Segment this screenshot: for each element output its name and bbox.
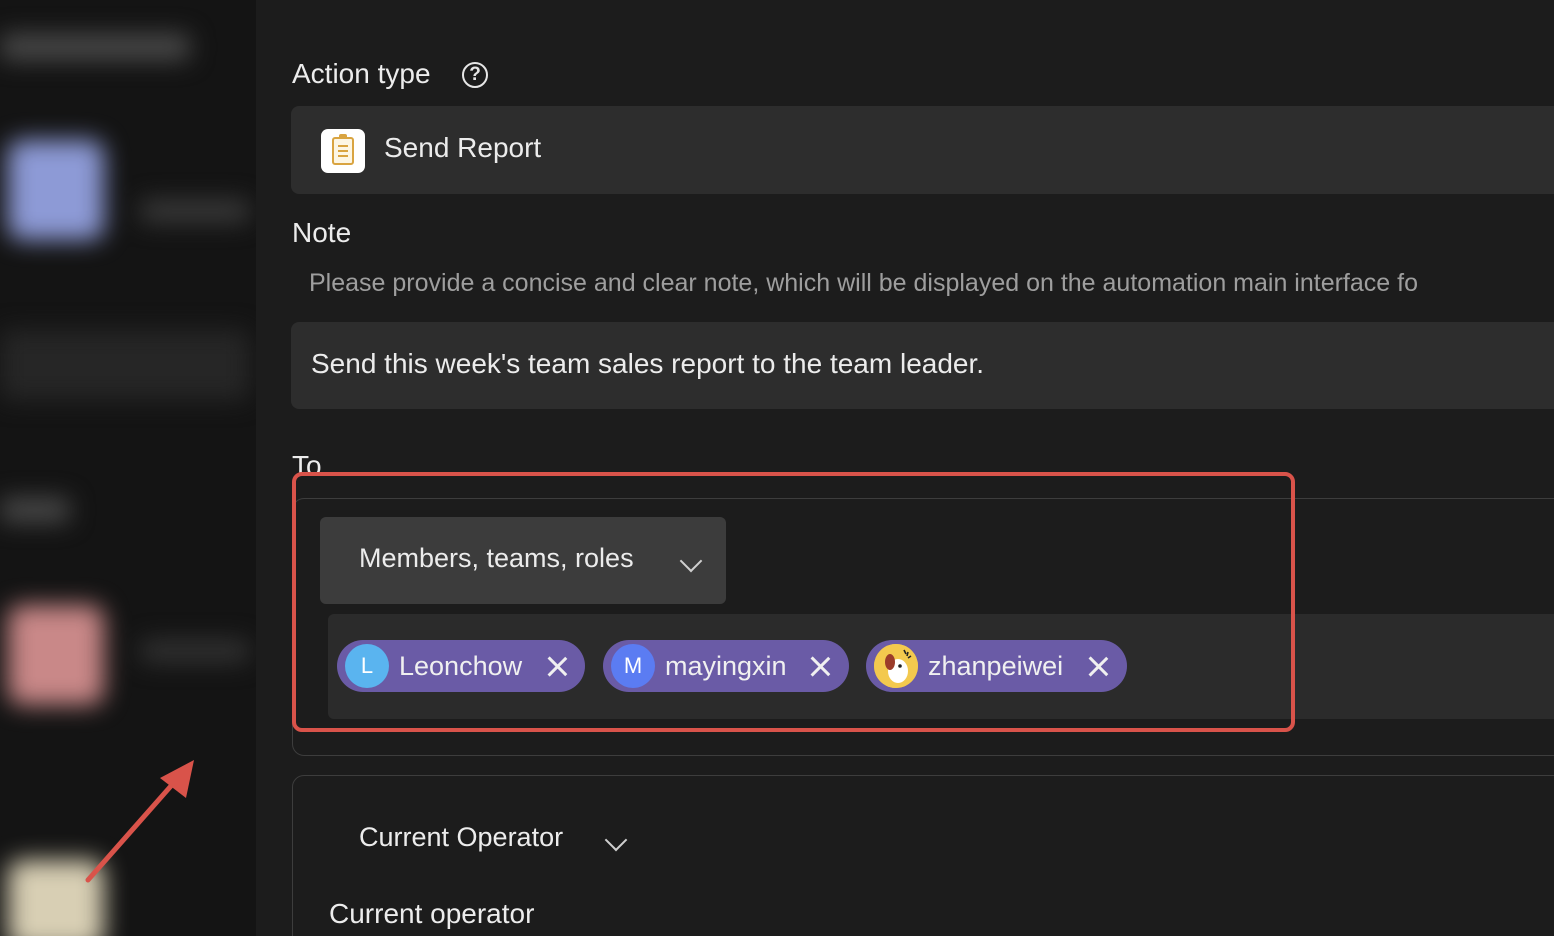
- automation-editor-panel: Action type ? Send Report Note Please pr…: [256, 0, 1554, 936]
- annotation-arrow-icon: [85, 760, 194, 883]
- current-operator-label: Current operator: [329, 898, 535, 929]
- action-type-select[interactable]: Send Report: [291, 106, 1554, 194]
- action-type-value: Send Report: [384, 132, 542, 163]
- report-clipboard-icon: [321, 129, 365, 173]
- note-hint: Please provide a concise and clear note,…: [309, 269, 1418, 297]
- question-circle-icon[interactable]: ?: [462, 62, 488, 88]
- note-value: Send this week's team sales report to th…: [311, 348, 985, 379]
- note-label: Note: [292, 217, 352, 248]
- operator-type-dropdown[interactable]: Current Operator: [320, 796, 650, 883]
- operator-type-label: Current Operator: [359, 822, 564, 852]
- highlight-annotation-box: [292, 472, 1295, 732]
- chevron-down-icon: [604, 828, 628, 852]
- action-type-label: Action type: [292, 58, 431, 89]
- note-input[interactable]: Send this week's team sales report to th…: [291, 322, 1554, 409]
- app-window: Action type ? Send Report Note Please pr…: [0, 0, 1554, 936]
